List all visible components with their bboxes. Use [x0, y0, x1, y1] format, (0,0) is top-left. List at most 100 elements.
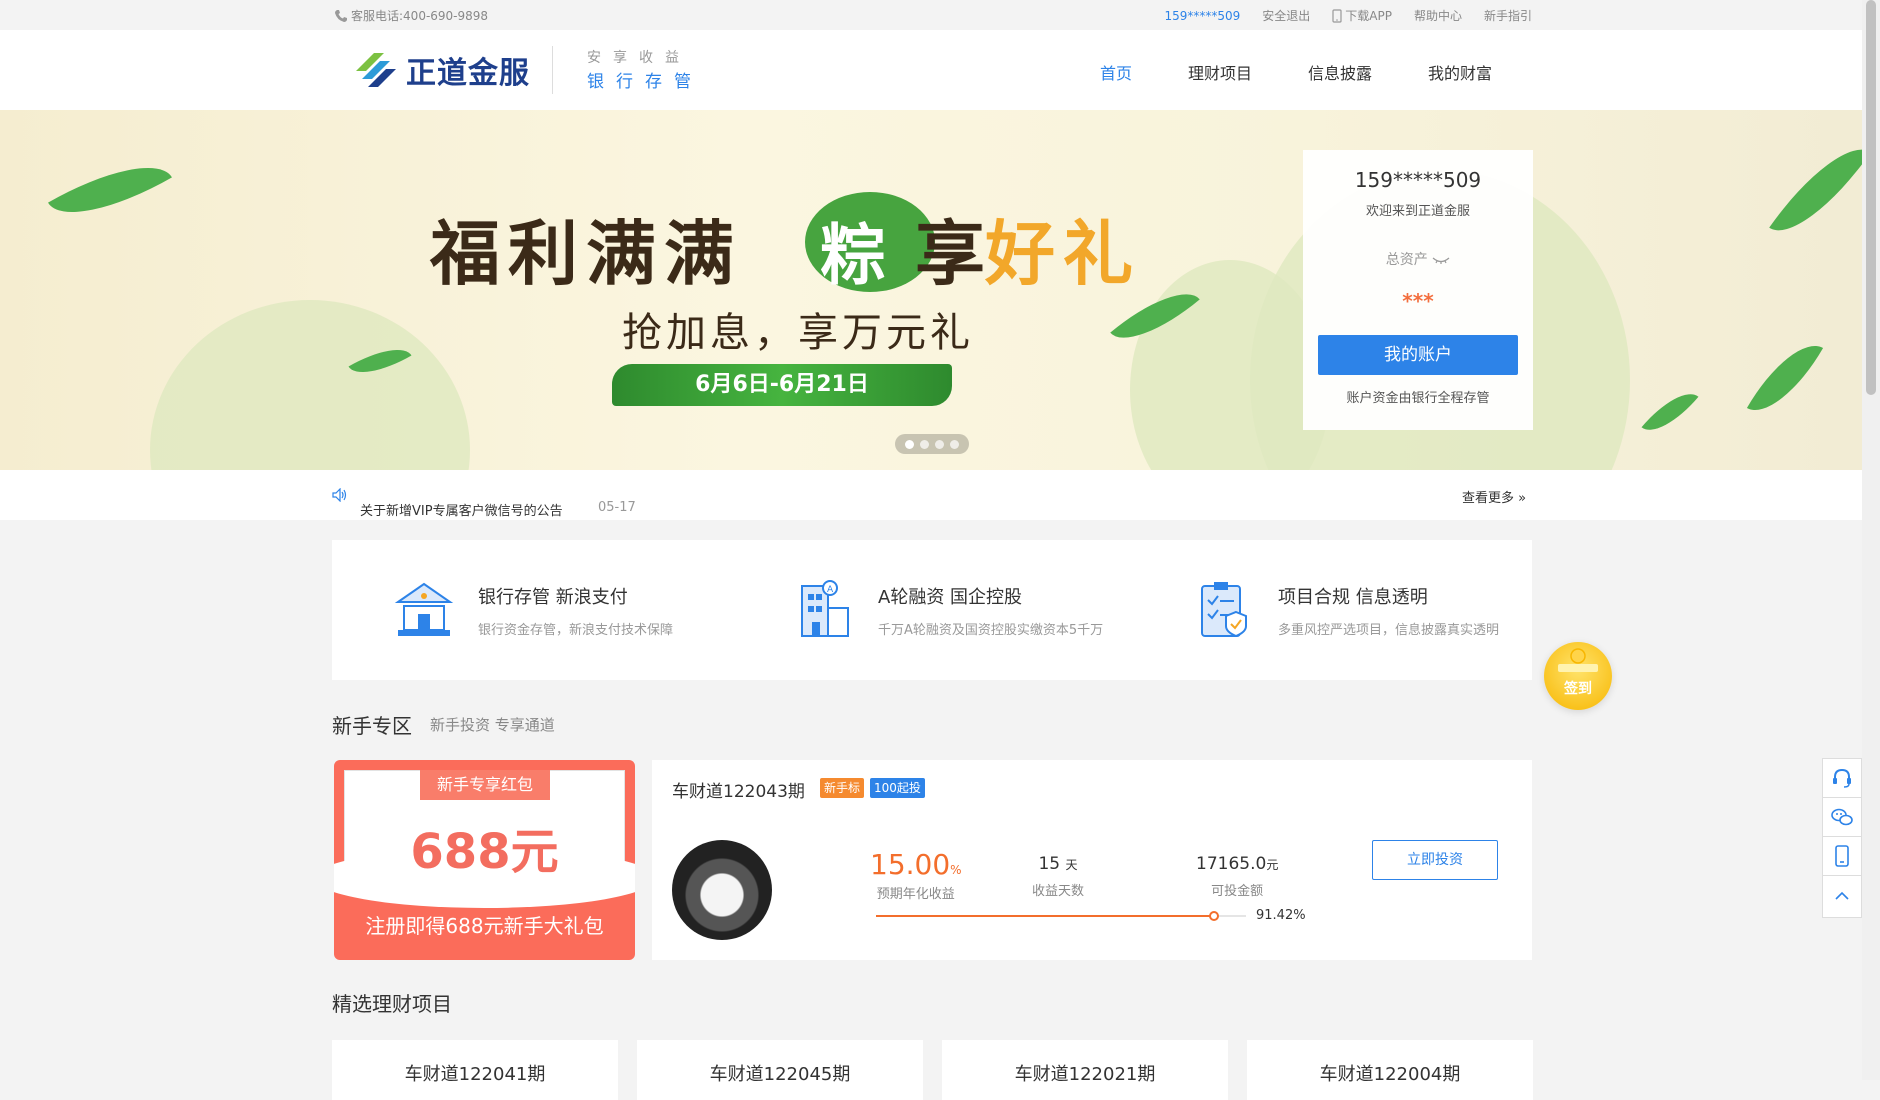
newbie-section-subtitle: 新手投资 专享通道 — [430, 716, 555, 734]
checklist-icon — [1188, 574, 1260, 646]
bank-icon — [388, 574, 460, 646]
banner-headline: 福利满满 — [430, 212, 742, 295]
invest-now-button[interactable]: 立即投资 — [1372, 840, 1498, 880]
zong-char: 粽 — [820, 216, 886, 294]
days-value: 15 — [1038, 854, 1061, 874]
building-icon: A — [788, 574, 860, 646]
featured-product-card[interactable]: 车财道122004期 — [1247, 1040, 1533, 1100]
newbie-badge: 新手标 — [820, 778, 865, 798]
featured-product-card[interactable]: 车财道122041期 — [332, 1040, 618, 1100]
logout-link[interactable]: 安全退出 — [1262, 7, 1310, 24]
logo-divider — [552, 46, 553, 94]
side-toolbar — [1822, 758, 1862, 918]
carousel-dots[interactable] — [895, 434, 969, 454]
scrollbar-thumb[interactable] — [1866, 0, 1876, 395]
headset-icon — [1833, 768, 1851, 788]
carousel-dot[interactable] — [905, 439, 914, 449]
eye-closed-icon[interactable] — [1432, 255, 1450, 265]
mobile-app-button[interactable] — [1823, 837, 1861, 876]
sign-in-label: 签到 — [1564, 681, 1592, 697]
packet-description: 注册即得688元新手大礼包 — [365, 914, 604, 938]
help-center-link[interactable]: 帮助中心 — [1414, 7, 1462, 24]
customer-service-button[interactable] — [1823, 759, 1861, 798]
featured-product-card[interactable]: 车财道122021期 — [942, 1040, 1228, 1100]
banner-date-ribbon: 6月6日-6月21日 — [612, 364, 952, 406]
stat-days: 15 天 收益天数 — [1032, 854, 1084, 899]
my-account-button[interactable]: 我的账户 — [1318, 335, 1518, 375]
custody-note: 账户资金由银行全程存管 — [1346, 391, 1490, 406]
amount-label: 可投金额 — [1211, 884, 1264, 899]
progress-fill — [876, 915, 1215, 917]
logo[interactable]: 正道金服 安享收益 银行存管 — [352, 46, 703, 94]
service-phone: 客服电话:400-690-9898 — [334, 7, 488, 24]
product-name[interactable]: 车财道122043期 — [672, 777, 805, 802]
newbie-guide-link[interactable]: 新手指引 — [1484, 7, 1532, 24]
speaker-icon — [332, 488, 347, 502]
brand-name: 正道金服 — [406, 56, 530, 91]
view-more-link[interactable]: 查看更多 » — [1462, 487, 1526, 506]
progress-knob — [1209, 911, 1220, 921]
nav-my-wealth[interactable]: 我的财富 — [1400, 60, 1520, 84]
feature-item: 银行存管 新浪支付 银行资金存管，新浪支付技术保障 — [332, 540, 732, 680]
amount-unit: 元 — [1266, 858, 1279, 872]
newbie-product-card[interactable]: 车财道122043期 新手标 100起投 15.00% 预期年化收益 15 天 … — [652, 760, 1532, 960]
leaf-decoration — [48, 142, 172, 238]
slogan-line-2: 银行存管 — [587, 72, 703, 92]
feature-subtitle: 多重风控严选项目，信息披露真实透明 — [1278, 622, 1500, 638]
newbie-red-packet[interactable]: 新手专享红包 688元 注册即得688元新手大礼包 — [334, 760, 635, 960]
top-bar: 客服电话:400-690-9898 159*****509 安全退出 下载APP… — [0, 0, 1862, 30]
download-app-label: 下载APP — [1345, 9, 1392, 23]
slogan: 安享收益 银行存管 — [587, 46, 703, 94]
view-more-label: 查看更多 — [1462, 491, 1515, 506]
notice-title[interactable]: 关于新增VIP专属客户微信号的公告 — [360, 500, 563, 519]
slogan-line-1: 安享收益 — [587, 50, 691, 66]
carousel-dot[interactable] — [950, 439, 959, 449]
nav-home[interactable]: 首页 — [1072, 60, 1160, 84]
account-card: 159*****509 欢迎来到正道金服 总资产 *** 我的账户 账户资金由银… — [1303, 150, 1533, 430]
back-to-top-button[interactable] — [1823, 876, 1861, 915]
notice-date: 05-17 — [598, 500, 636, 515]
rate-unit: % — [950, 863, 962, 877]
user-link[interactable]: 159*****509 — [1164, 9, 1240, 23]
promo-banner[interactable]: 福利满满 粽 享 好礼 抢加息，享万元礼 6月6日-6月21日 — [0, 110, 1862, 470]
min-invest-badge: 100起投 — [870, 778, 925, 798]
account-welcome: 欢迎来到正道金服 — [1365, 204, 1470, 219]
banner-hill — [150, 300, 470, 470]
header: 正道金服 安享收益 银行存管 首页 理财项目 信息披露 我的财富 — [0, 30, 1862, 110]
main-nav: 首页 理财项目 信息披露 我的财富 — [1072, 60, 1520, 84]
days-unit: 天 — [1065, 858, 1078, 872]
carousel-dot[interactable] — [920, 439, 929, 449]
progress-bar — [876, 911, 1246, 921]
feature-subtitle: 千万A轮融资及国资控股实缴资本5千万 — [878, 622, 1104, 638]
carousel-dot[interactable] — [935, 439, 944, 449]
chevron-up-icon — [1835, 891, 1849, 900]
progress-percent: 91.42% — [1256, 908, 1306, 923]
leaf-decoration — [1769, 129, 1862, 251]
phone-device-icon — [1835, 845, 1849, 867]
wechat-icon — [1831, 808, 1853, 826]
rate-value: 15.00 — [870, 848, 951, 881]
total-assets-label: 总资产 — [1303, 249, 1533, 269]
banner-headline-gift: 好礼 — [985, 212, 1141, 295]
logo-mark-icon — [356, 53, 396, 87]
total-assets-text: 总资产 — [1385, 252, 1428, 268]
nav-products[interactable]: 理财项目 — [1160, 60, 1280, 84]
featured-product-card[interactable]: 车财道122045期 — [637, 1040, 923, 1100]
coins-icon — [1558, 648, 1598, 672]
feature-item: 项目合规 信息透明 多重风控严选项目，信息披露真实透明 — [1132, 540, 1532, 680]
days-label: 收益天数 — [1032, 884, 1085, 899]
wechat-button[interactable] — [1823, 798, 1861, 837]
page-scrollbar[interactable] — [1862, 0, 1880, 1080]
double-chevron-right-icon: » — [1518, 491, 1527, 506]
download-app-link[interactable]: 下载APP — [1332, 7, 1392, 24]
total-assets-value: *** — [1402, 289, 1434, 313]
stat-rate: 15.00% 预期年化收益 — [870, 848, 962, 902]
rate-label: 预期年化收益 — [876, 887, 955, 902]
leaf-decoration — [1641, 381, 1699, 443]
phone-icon — [335, 9, 347, 22]
leaf-decoration — [1746, 330, 1824, 426]
sign-in-button[interactable]: 签到 — [1544, 642, 1612, 710]
stat-amount: 17165.0元 可投金额 — [1196, 854, 1278, 899]
notice-bar: 关于新增VIP专属客户微信号的公告 05-17 查看更多 » — [0, 470, 1862, 520]
nav-disclosure[interactable]: 信息披露 — [1280, 60, 1400, 84]
